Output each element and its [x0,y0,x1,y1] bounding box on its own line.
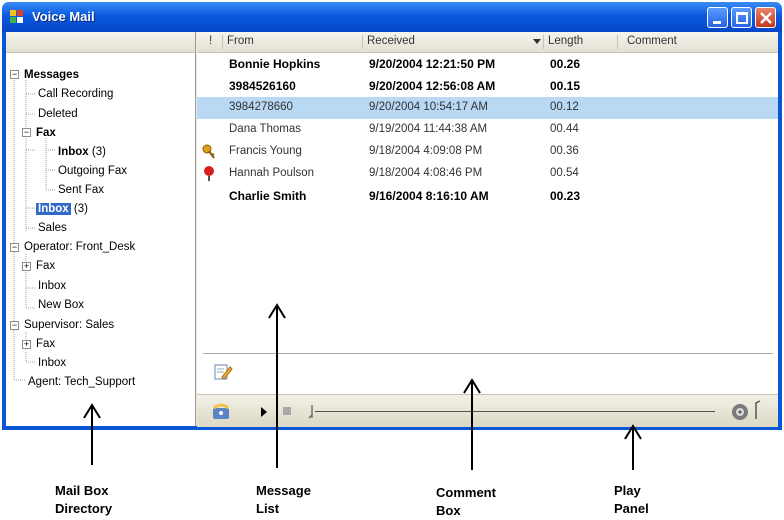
callout-message-list: Message List [256,483,311,516]
callout-play-panel: Play Panel [614,483,649,516]
annotation-arrows [83,303,642,470]
callout-mailbox-directory: Mail Box Directory [55,483,113,516]
callout-comment-box: Comment Box [436,485,496,518]
